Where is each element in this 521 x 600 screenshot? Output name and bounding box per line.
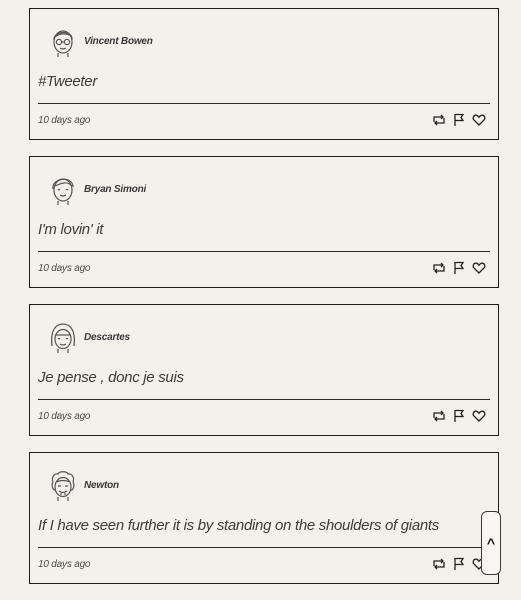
- smiling-man-avatar-icon: [46, 172, 80, 206]
- tweet-actions: [432, 261, 486, 275]
- tweet-username[interactable]: Vincent Bowen: [84, 36, 153, 47]
- glasses-avatar-icon: [46, 24, 80, 58]
- tweet-header: Vincent Bowen: [46, 23, 153, 59]
- heart-icon[interactable]: [472, 409, 486, 423]
- divider: [38, 251, 490, 252]
- caret-up-icon: ^: [486, 535, 496, 551]
- bob-hair-avatar-icon: [46, 320, 80, 354]
- flag-icon[interactable]: [452, 113, 466, 127]
- tweet-message: Je pense , donc je suis: [38, 369, 184, 386]
- tweet-actions: [432, 557, 486, 571]
- tweet-username[interactable]: Newton: [84, 480, 119, 491]
- tweet-actions: [432, 113, 486, 127]
- tweet-username[interactable]: Descartes: [84, 332, 130, 343]
- retweet-icon[interactable]: [432, 409, 446, 423]
- tweet-card: Vincent Bowen #Tweeter 10 days ago: [29, 8, 499, 140]
- heart-icon[interactable]: [472, 113, 486, 127]
- tweet-timestamp: 10 days ago: [38, 411, 91, 422]
- tweet-message: #Tweeter: [38, 73, 98, 90]
- tweet-feed: Vincent Bowen #Tweeter 10 days ago Bryan…: [29, 8, 499, 600]
- tweet-card: Bryan Simoni I'm lovin' it 10 days ago: [29, 156, 499, 288]
- flag-icon[interactable]: [452, 409, 466, 423]
- tweet-card: Newton If I have seen further it is by s…: [29, 452, 499, 584]
- divider: [38, 103, 490, 104]
- retweet-icon[interactable]: [432, 261, 446, 275]
- curly-hair-avatar-icon: [46, 468, 80, 502]
- tweet-timestamp: 10 days ago: [38, 559, 91, 570]
- retweet-icon[interactable]: [432, 557, 446, 571]
- scroll-to-top-button[interactable]: ^: [481, 511, 501, 575]
- tweet-username[interactable]: Bryan Simoni: [84, 184, 146, 195]
- tweet-message: I'm lovin' it: [38, 221, 104, 238]
- tweet-timestamp: 10 days ago: [38, 263, 91, 274]
- tweet-card: Descartes Je pense , donc je suis 10 day…: [29, 304, 499, 436]
- tweet-timestamp: 10 days ago: [38, 115, 91, 126]
- flag-icon[interactable]: [452, 261, 466, 275]
- tweet-header: Newton: [46, 467, 119, 503]
- tweet-header: Bryan Simoni: [46, 171, 146, 207]
- heart-icon[interactable]: [472, 261, 486, 275]
- retweet-icon[interactable]: [432, 113, 446, 127]
- divider: [38, 547, 490, 548]
- divider: [38, 399, 490, 400]
- flag-icon[interactable]: [452, 557, 466, 571]
- tweet-message: If I have seen further it is by standing…: [38, 517, 439, 534]
- tweet-header: Descartes: [46, 319, 130, 355]
- tweet-actions: [432, 409, 486, 423]
